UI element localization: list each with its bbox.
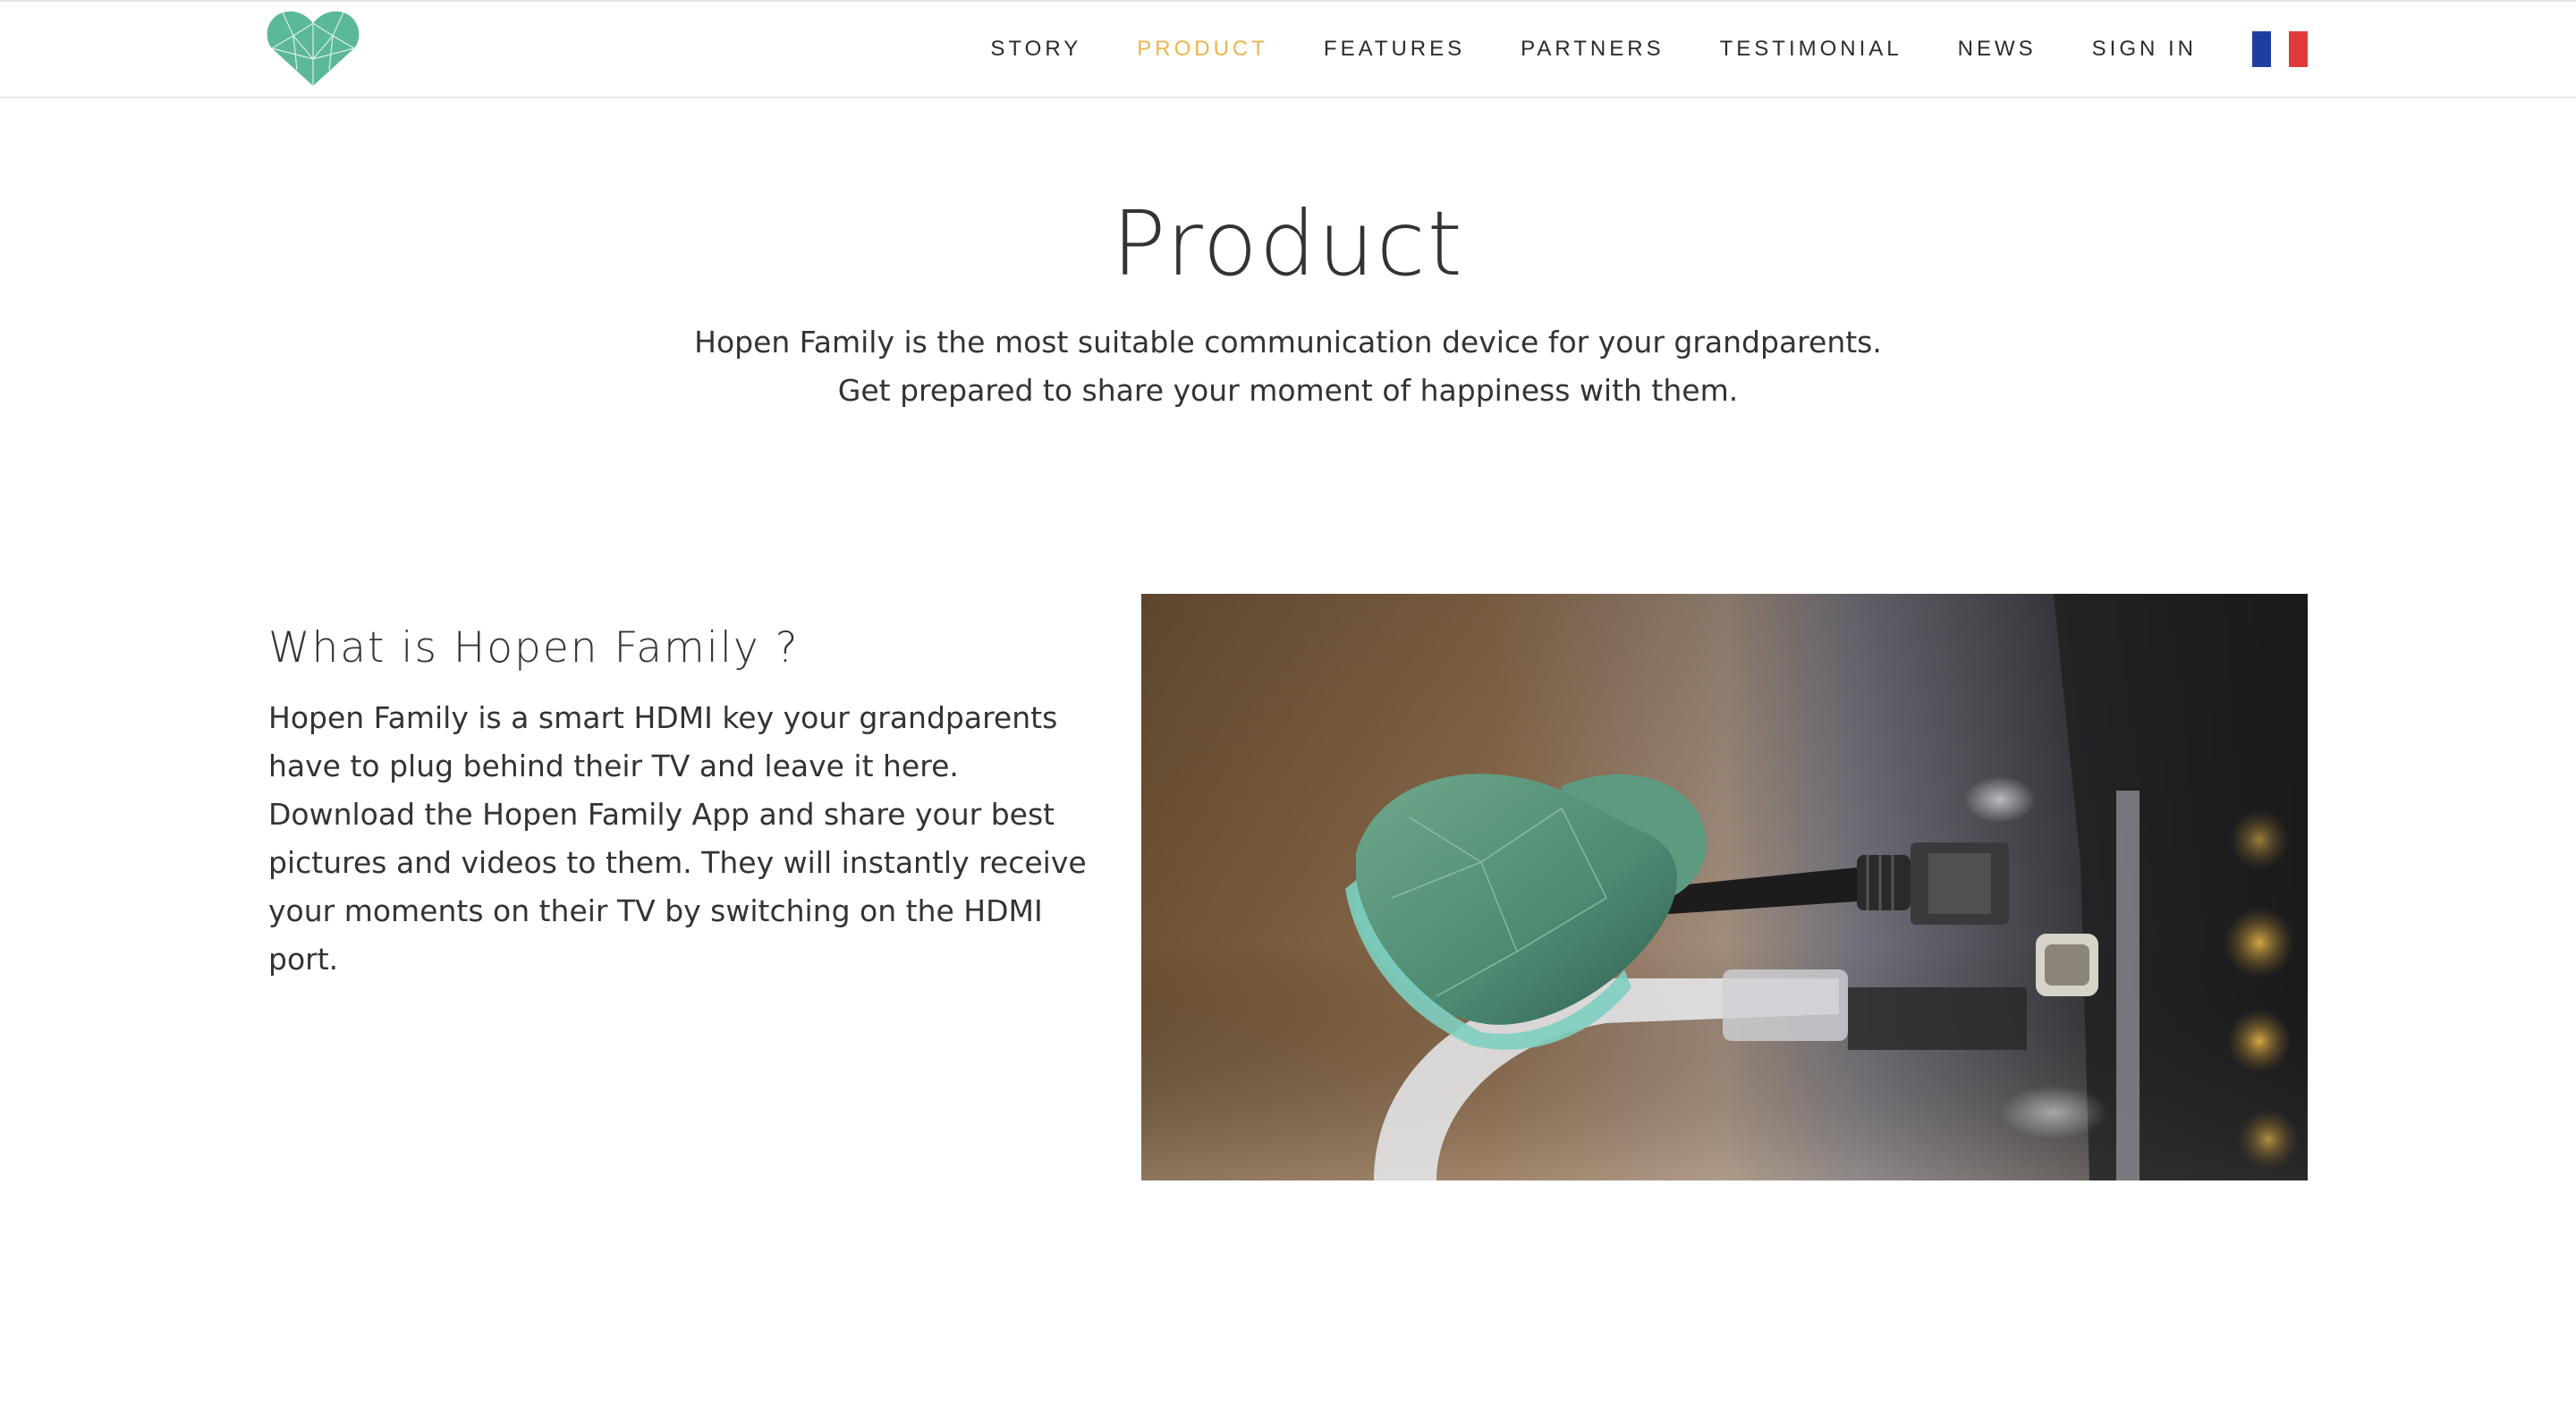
nav-testimonial-link[interactable]: TESTIMONIAL — [1720, 37, 1902, 62]
subtitle-line-2: Get prepared to share your moment of hap… — [837, 373, 1739, 408]
flag-blue-stripe — [2252, 31, 2271, 67]
nav-story-link[interactable]: STORY — [990, 37, 1081, 62]
section-heading: What is Hopen Family ? — [268, 623, 800, 673]
heart-logo-icon[interactable] — [267, 9, 360, 88]
nav-sign-in-link[interactable]: SIGN IN — [2092, 37, 2197, 62]
page-subtitle: Hopen Family is the most suitable commun… — [0, 318, 2576, 415]
page-title: Product — [1112, 191, 1464, 296]
subtitle-line-1: Hopen Family is the most suitable commun… — [694, 325, 1882, 360]
nav-partners-link[interactable]: PARTNERS — [1521, 37, 1664, 62]
product-photo — [1141, 594, 2308, 1180]
french-flag-icon[interactable] — [2252, 31, 2309, 67]
nav-product-link[interactable]: PRODUCT — [1137, 37, 1268, 62]
main-nav: STORY PRODUCT FEATURES PARTNERS TESTIMON… — [935, 2, 2309, 97]
flag-red-stripe — [2289, 31, 2309, 67]
flag-white-stripe — [2270, 31, 2290, 67]
nav-features-link[interactable]: FEATURES — [1324, 37, 1465, 62]
top-nav-bar: STORY PRODUCT FEATURES PARTNERS TESTIMON… — [0, 0, 2576, 98]
section-description: Hopen Family is a smart HDMI key your gr… — [268, 700, 1087, 977]
nav-news-link[interactable]: NEWS — [1958, 37, 2037, 62]
